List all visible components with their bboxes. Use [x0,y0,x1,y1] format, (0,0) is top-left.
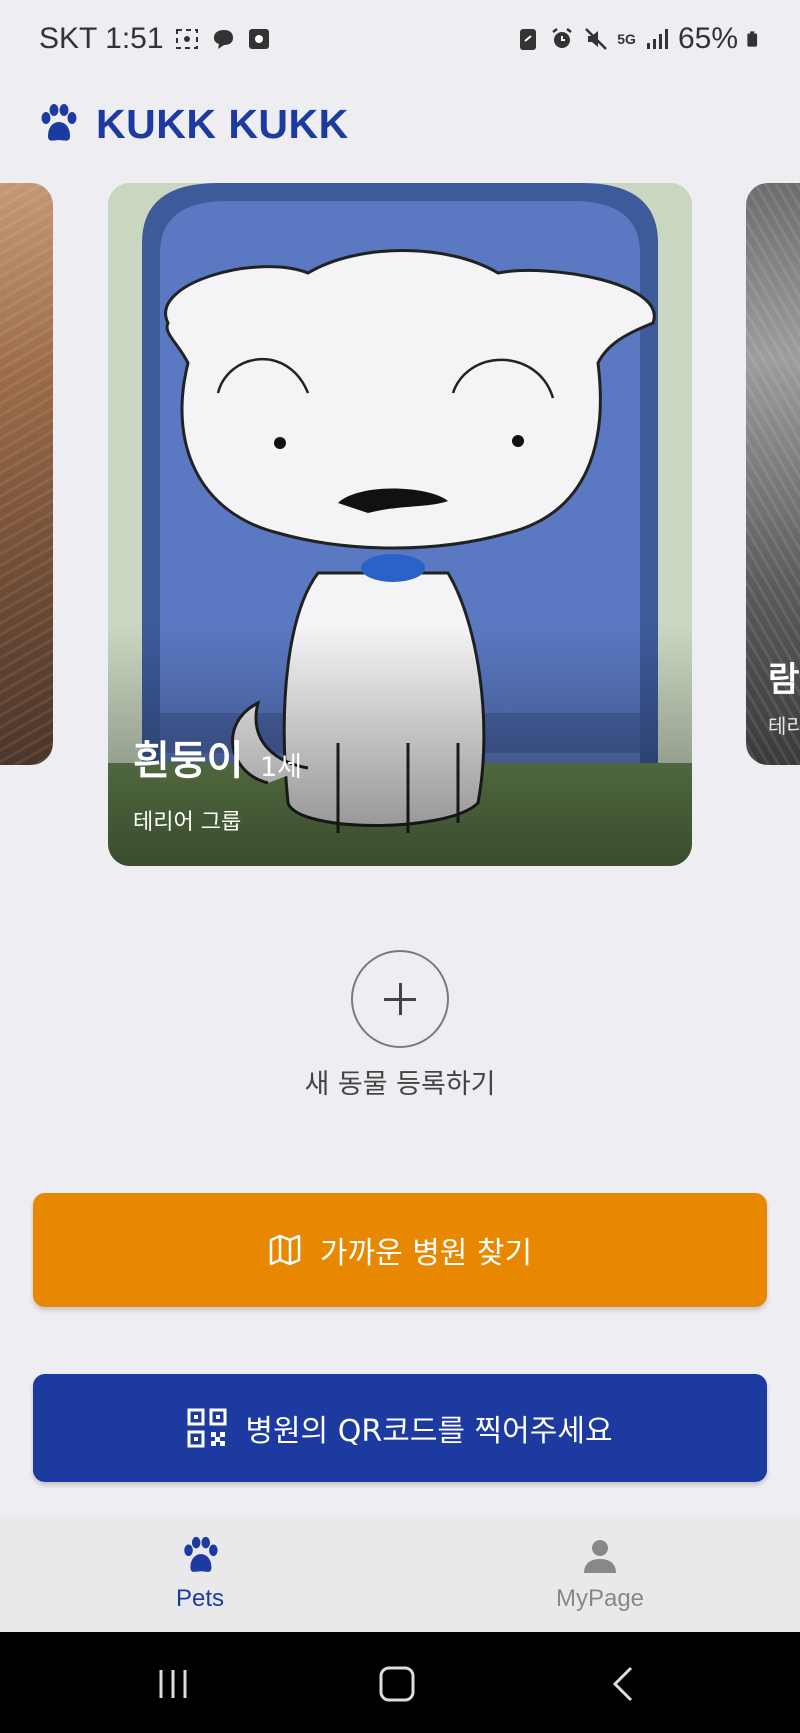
paw-icon [184,1536,218,1572]
pet-age: 1세 [260,752,303,783]
pet-card-previous[interactable] [0,183,53,765]
add-pet-section: 새 동물 등록하기 [0,950,800,1101]
find-hospital-label: 가까운 병원 찾기 [319,1236,533,1271]
paw-icon [41,104,77,141]
next-pet-name: 람 [768,660,800,700]
find-hospital-button[interactable]: 가까운 병원 찾기 [33,1193,767,1307]
back-icon [612,1666,633,1702]
nfc-icon [520,29,537,50]
recent-apps-button[interactable] [143,1664,203,1704]
chat-icon [213,30,233,49]
signal-icon [646,29,668,49]
bottom-nav: Pets MyPage [0,1517,800,1632]
pet-card-next[interactable]: 람 테리 [746,183,800,765]
status-bar: SKT 1:51 5G 65% [0,0,800,84]
next-pet-breed: 테리 [768,714,800,738]
status-right: 5G 65% [515,22,764,56]
carrier-time: SKT 1:51 [39,22,164,55]
alarm-icon [552,28,573,48]
nav-label-mypage: MyPage [555,1585,645,1612]
app-title: KUKK KUKK [96,100,349,147]
nav-label-pets: Pets [175,1585,225,1612]
qr-code-icon [187,1408,227,1448]
system-nav-bar [0,1632,800,1733]
mute-icon [585,28,608,50]
nav-tab-pets[interactable]: Pets [100,1535,300,1613]
battery-icon [747,31,758,47]
add-pet-button[interactable] [351,950,449,1048]
person-icon [584,1540,616,1573]
media-icon [248,29,269,49]
nav-tab-mypage[interactable]: MyPage [500,1535,700,1613]
scan-qr-label: 병원의 QR코드를 찍어주세요 [245,1414,613,1449]
map-icon [268,1233,302,1267]
add-pet-label: 새 동물 등록하기 [304,1069,496,1100]
pet-breed: 테리어 그룹 [133,810,242,835]
home-button[interactable] [367,1664,427,1704]
home-icon [379,1666,415,1702]
network-type: 5G [617,31,636,47]
scan-qr-button[interactable]: 병원의 QR코드를 찍어주세요 [33,1374,767,1482]
screenshot-icon [175,29,198,49]
pet-card-main[interactable]: 흰둥이 1세 테리어 그룹 [108,183,692,866]
recent-apps-icon [159,1670,187,1698]
app-header: KUKK KUKK [36,96,349,152]
pet-name: 흰둥이 [133,738,244,784]
pet-carousel[interactable]: 흰둥이 1세 테리어 그룹 람 테리 [0,183,800,867]
back-button[interactable] [593,1664,653,1704]
status-left: SKT 1:51 [39,22,272,56]
battery-percent: 65% [677,22,738,55]
